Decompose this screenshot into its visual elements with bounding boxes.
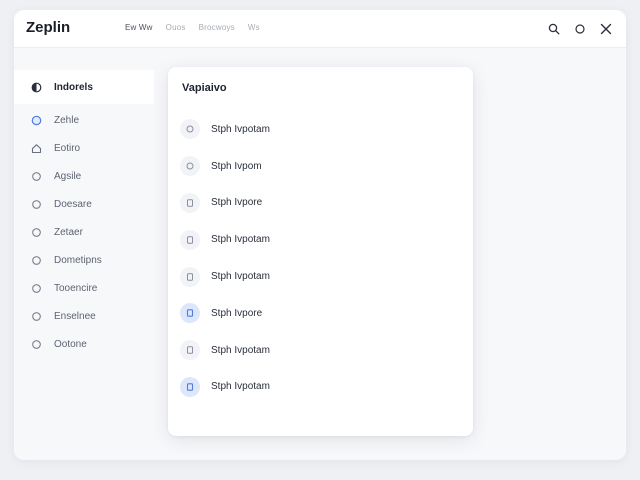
list-item-label: Stph Ivpotam	[211, 123, 270, 135]
circle-icon[interactable]	[572, 21, 588, 37]
sidebar-item-tooencire[interactable]: Tooencire	[14, 274, 154, 302]
top-nav-item[interactable]: Ouos	[166, 23, 186, 32]
round-icon	[30, 114, 42, 126]
half-circle-icon	[30, 81, 42, 93]
sidebar-item-enselnee[interactable]: Enselnee	[14, 302, 154, 330]
sidebar-item-label: Zehle	[54, 114, 80, 126]
sidebar-item-label: Tooencire	[54, 282, 98, 294]
list-item-label: Stph Ivpore	[211, 307, 263, 319]
page-icon	[180, 192, 200, 213]
page-icon	[180, 303, 200, 324]
top-nav: Ew Ww Ouos Brocwoys Ws	[125, 23, 260, 32]
sidebar-item-label: Eotiro	[54, 142, 81, 154]
top-bar: Zeplin Ew Ww Ouos Brocwoys Ws	[14, 10, 626, 48]
sidebar-item-label: Zetaer	[54, 226, 83, 238]
list-item-label: Stph Ivpotam	[211, 381, 270, 393]
page-icon	[180, 376, 200, 397]
sidebar: Indorels Zehle Eotiro Agsile Doesare Zet…	[14, 70, 154, 358]
list-item-label: Stph Ivpotam	[211, 271, 270, 283]
close-icon[interactable]	[598, 21, 614, 37]
panel-list: Stph Ivpotam Stph Ivpom Stph Ivpore Stph…	[180, 111, 460, 405]
sidebar-item-ootone[interactable]: Ootone	[14, 330, 154, 358]
app-title: Zeplin	[26, 19, 71, 36]
dropdown-panel: Vapiaivo Stph Ivpotam Stph Ivpom Stph Iv…	[168, 67, 473, 436]
sidebar-item-indorels[interactable]: Indorels	[14, 70, 154, 104]
list-item[interactable]: Stph Ivpore	[180, 295, 460, 332]
circle-icon	[30, 282, 42, 294]
sidebar-item-label: Ootone	[54, 338, 87, 350]
sidebar-item-label: Dometipns	[54, 254, 102, 266]
list-item[interactable]: Stph Ivpotam	[180, 332, 460, 369]
list-item-label: Stph Ivpore	[211, 197, 263, 209]
sidebar-item-zehle[interactable]: Zehle	[14, 106, 154, 134]
page-icon	[180, 229, 200, 250]
search-icon[interactable]	[546, 21, 562, 37]
list-item[interactable]: Stph Ivpotam	[180, 369, 460, 406]
page-icon	[180, 340, 200, 361]
list-item[interactable]: Stph Ivpotam	[180, 221, 460, 258]
sidebar-item-agsile[interactable]: Agsile	[14, 162, 154, 190]
circle-icon	[180, 119, 200, 140]
list-item-label: Stph Ivpom	[211, 160, 262, 172]
list-item-label: Stph Ivpotam	[211, 234, 270, 246]
sidebar-item-label: Doesare	[54, 198, 92, 210]
circle-icon	[30, 198, 42, 210]
list-item-label: Stph Ivpotam	[211, 344, 270, 356]
top-nav-item[interactable]: Ew Ww	[125, 23, 153, 32]
top-nav-item[interactable]: Brocwoys	[199, 23, 235, 32]
sidebar-item-dometipns[interactable]: Dometipns	[14, 246, 154, 274]
sidebar-item-label: Enselnee	[54, 310, 96, 322]
circle-icon	[180, 156, 200, 177]
list-item[interactable]: Stph Ivpotam	[180, 111, 460, 148]
page-icon	[180, 266, 200, 287]
list-item[interactable]: Stph Ivpore	[180, 185, 460, 222]
list-item[interactable]: Stph Ivpotam	[180, 258, 460, 295]
sidebar-item-doesare[interactable]: Doesare	[14, 190, 154, 218]
circle-icon	[30, 338, 42, 350]
circle-icon	[30, 254, 42, 266]
circle-icon	[30, 170, 42, 182]
top-nav-item[interactable]: Ws	[248, 23, 260, 32]
house-icon	[30, 142, 42, 154]
circle-icon	[30, 226, 42, 238]
sidebar-item-label: Agsile	[54, 170, 82, 182]
sidebar-item-zetaer[interactable]: Zetaer	[14, 218, 154, 246]
sidebar-item-label: Indorels	[54, 81, 93, 93]
app-window: Zeplin Ew Ww Ouos Brocwoys Ws Indorels Z…	[14, 10, 626, 460]
circle-icon	[30, 310, 42, 322]
list-item[interactable]: Stph Ivpom	[180, 148, 460, 185]
top-icons	[546, 21, 614, 37]
panel-title: Vapiaivo	[182, 82, 227, 94]
sidebar-item-eotiro[interactable]: Eotiro	[14, 134, 154, 162]
